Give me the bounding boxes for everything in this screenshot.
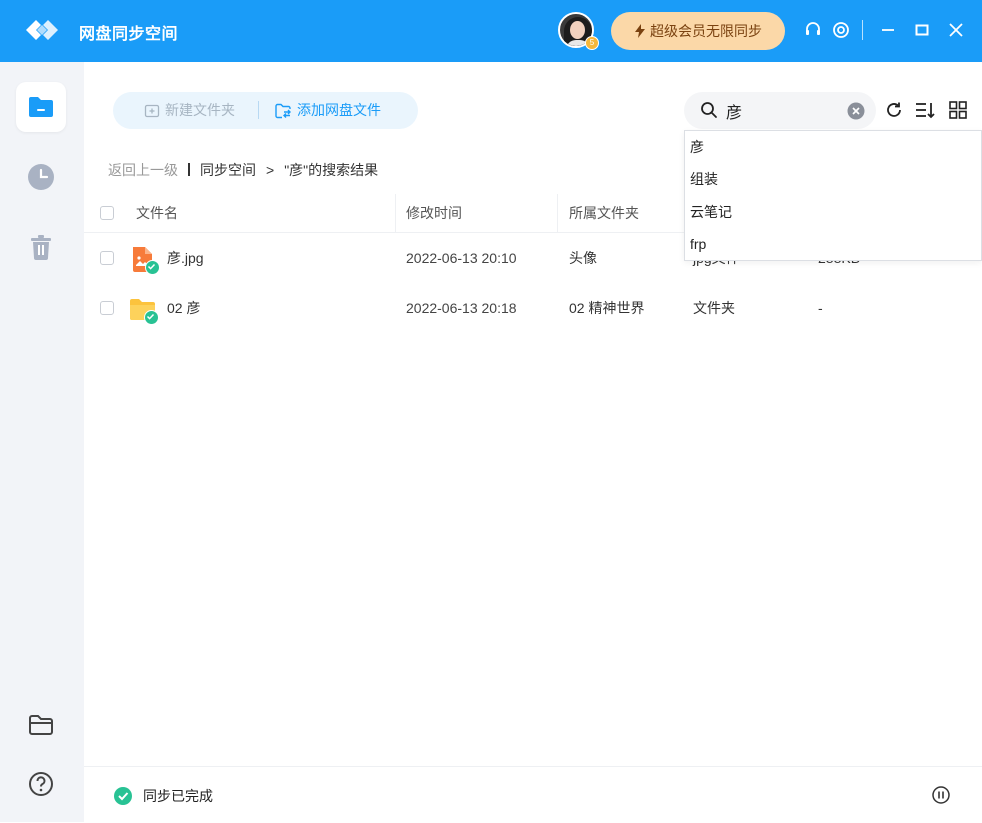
close-icon[interactable]	[946, 20, 966, 40]
folder-icon	[129, 295, 159, 325]
pause-sync-icon[interactable]	[932, 786, 950, 804]
folder-outline-icon	[29, 715, 53, 735]
folder-icon	[29, 97, 53, 117]
sync-complete-icon	[114, 787, 132, 805]
search-suggestions-dropdown: 彦 组装 云笔记 frp	[684, 130, 982, 261]
file-parent-folder: 头像	[569, 250, 597, 266]
search-box[interactable]	[684, 92, 876, 129]
sync-status-text: 同步已完成	[143, 788, 213, 804]
maximize-icon[interactable]	[912, 20, 932, 40]
settings-icon[interactable]	[831, 20, 851, 40]
sidebar-help-button[interactable]	[16, 759, 66, 809]
column-header-name[interactable]: 文件名	[136, 194, 178, 232]
table-row[interactable]: 02 彦 2022-06-13 20:18 02 精神世界 文件夹 -	[84, 283, 982, 333]
vip-upgrade-label: 超级会员无限同步	[650, 23, 762, 39]
title-bar: 网盘同步空间 5 超级会员无限同步	[0, 0, 982, 62]
toolbar-divider	[258, 101, 259, 119]
file-size: -	[818, 300, 823, 316]
breadcrumb-current: "彦"的搜索结果	[284, 162, 379, 178]
column-header-folder[interactable]: 所属文件夹	[569, 194, 639, 232]
lightning-icon	[635, 24, 645, 38]
select-all-checkbox[interactable]	[100, 206, 114, 220]
row-checkbox[interactable]	[100, 301, 114, 315]
row-checkbox[interactable]	[100, 251, 114, 265]
refresh-icon[interactable]	[884, 100, 904, 120]
breadcrumb-back-link[interactable]: 返回上一级	[108, 162, 178, 178]
grid-view-icon[interactable]	[948, 100, 968, 120]
breadcrumb-divider	[188, 163, 190, 176]
help-icon	[29, 772, 53, 796]
file-parent-folder: 02 精神世界	[569, 300, 645, 316]
breadcrumb-separator: >	[266, 162, 275, 178]
add-cloud-file-button[interactable]: 添加网盘文件	[274, 92, 381, 129]
app-title: 网盘同步空间	[79, 26, 179, 43]
vip-upgrade-button[interactable]: 超级会员无限同步	[611, 12, 785, 50]
sidebar-item-recent[interactable]	[16, 152, 66, 202]
file-modified-time: 2022-06-13 20:10	[406, 250, 517, 266]
synced-check-icon	[144, 310, 159, 325]
search-suggestion[interactable]: 云笔记	[690, 197, 732, 227]
new-folder-label: 新建文件夹	[165, 102, 235, 118]
vip-level-badge: 5	[585, 36, 599, 50]
sidebar-open-folder-button[interactable]	[16, 700, 66, 750]
clock-icon	[28, 164, 54, 190]
image-file-icon	[130, 245, 160, 275]
file-modified-time: 2022-06-13 20:18	[406, 300, 517, 316]
column-divider[interactable]	[395, 194, 396, 232]
search-suggestion[interactable]: 组装	[690, 164, 718, 194]
new-folder-button[interactable]: 新建文件夹	[144, 92, 235, 129]
search-suggestion[interactable]: frp	[690, 229, 706, 259]
breadcrumb-root-link[interactable]: 同步空间	[200, 162, 256, 178]
minimize-icon[interactable]	[878, 20, 898, 40]
clear-search-icon[interactable]	[847, 102, 865, 120]
search-suggestion[interactable]: 彦	[690, 132, 704, 162]
add-cloud-file-label: 添加网盘文件	[297, 102, 381, 118]
search-icon	[701, 102, 717, 118]
sidebar-item-trash[interactable]	[16, 222, 66, 272]
sort-icon[interactable]	[915, 100, 935, 120]
sidebar	[0, 62, 84, 822]
column-divider[interactable]	[557, 194, 558, 232]
column-header-modified[interactable]: 修改时间	[406, 194, 462, 232]
breadcrumb: 返回上一级 同步空间 > "彦"的搜索结果	[108, 160, 378, 180]
file-type: 文件夹	[693, 300, 735, 316]
file-name[interactable]: 彦.jpg	[167, 233, 204, 283]
search-input[interactable]	[724, 99, 848, 123]
support-icon[interactable]	[803, 20, 823, 40]
toolbar-actions: 新建文件夹 添加网盘文件	[113, 92, 418, 129]
trash-icon	[31, 235, 51, 260]
app-logo-icon	[26, 20, 58, 40]
synced-check-icon	[145, 260, 160, 275]
sidebar-item-sync-folder[interactable]	[16, 82, 66, 132]
file-name[interactable]: 02 彦	[167, 283, 200, 333]
status-bar: 同步已完成	[84, 766, 982, 823]
titlebar-divider	[862, 20, 863, 40]
new-folder-icon	[144, 104, 160, 117]
add-cloud-file-icon	[275, 103, 291, 118]
